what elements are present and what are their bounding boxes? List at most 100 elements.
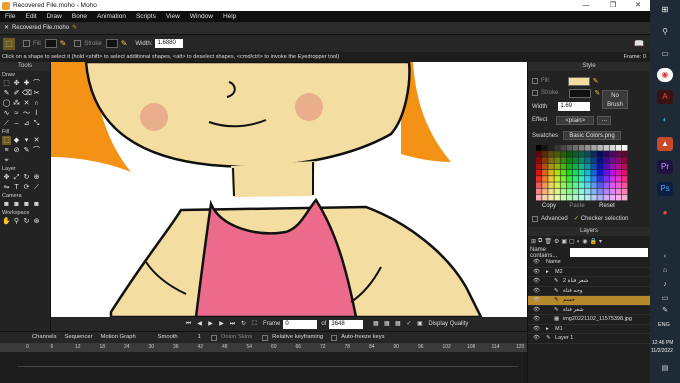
palette-swatch[interactable] [597,169,603,176]
palette-swatch[interactable] [591,157,597,164]
palette-swatch[interactable] [615,145,622,151]
palette-swatch[interactable] [566,151,573,157]
style-fill-checkbox[interactable] [532,78,538,84]
warp-icon[interactable]: ⌇ [32,109,41,118]
search-icon[interactable]: ⚲ [657,25,673,39]
copy-button[interactable]: Copy [536,202,562,211]
book-icon[interactable]: 📖 [634,39,644,48]
palette-swatch[interactable] [566,182,573,188]
palette-swatch[interactable] [578,157,585,164]
loop-icon[interactable]: ↻ [239,320,248,329]
palette-swatch[interactable] [566,145,573,151]
palette-swatch[interactable] [536,157,542,164]
palette-swatch[interactable] [560,188,567,195]
palette-swatch[interactable] [585,151,591,157]
timeline-ruler[interactable]: 0 6 12 18 24 30 36 42 48 54 60 66 72 78 84 90 96 102 108 11… [0,343,527,352]
layer-visibility-icon[interactable]: 👁 [533,315,540,325]
palette-swatch[interactable] [597,145,603,151]
palette-swatch[interactable] [603,145,609,151]
width-field[interactable]: 1.6880 [155,39,184,48]
eyedropper-icon[interactable]: ⌖ [2,156,11,165]
duplicate-layer-icon[interactable]: ⧉ [538,238,542,245]
palette-swatch[interactable] [554,163,560,170]
powerpoint-icon[interactable]: ● [657,206,673,220]
palette-swatch[interactable] [609,145,616,151]
track-camera-icon[interactable]: ◙ [2,200,11,209]
acrobat-icon[interactable]: A [657,90,673,104]
palette-swatch[interactable] [572,163,579,170]
palette-swatch[interactable] [615,182,622,188]
premiere-icon[interactable]: Pr [657,160,673,174]
palette-swatch[interactable] [572,176,579,182]
palette-swatch[interactable] [615,151,622,157]
layer-row[interactable]: 👁 ▸ M1 [528,325,650,335]
task-view-icon[interactable]: ▭ [657,47,673,61]
delete-layer-icon[interactable]: 🗑 [544,238,552,245]
layer-visibility-icon[interactable]: 👁 [533,277,540,287]
palette-swatch[interactable] [621,163,628,170]
palette-swatch[interactable] [566,194,573,201]
insert-text-icon[interactable]: T [12,183,21,192]
palette-swatch[interactable] [536,176,542,182]
select-points-icon[interactable]: ⬚ [2,79,11,88]
layer-shear-icon[interactable]: ⟋ [32,183,41,192]
palette-swatch[interactable] [578,169,585,176]
menu-animation[interactable]: Animation [92,11,131,22]
palette-swatch[interactable] [566,163,573,170]
palette-swatch[interactable] [615,169,622,176]
palette-swatch[interactable] [597,188,603,195]
palette-swatch[interactable] [542,176,548,182]
view-grid-icon[interactable]: ▦ [371,320,380,329]
palette-swatch[interactable] [566,188,573,195]
palette-swatch[interactable] [542,182,548,188]
palette-swatch[interactable] [621,182,628,188]
palette-swatch[interactable] [548,182,554,188]
palette-swatch[interactable] [572,145,579,151]
palette-swatch[interactable] [591,151,597,157]
windows-start-icon[interactable]: ⊞ [657,3,673,17]
palette-swatch[interactable] [554,151,560,157]
menu-file[interactable]: File [0,11,20,22]
palette-swatch[interactable] [548,169,554,176]
palette-swatch[interactable] [609,151,616,157]
palette-swatch[interactable] [609,169,616,176]
palette-swatch[interactable] [597,194,603,201]
filter-icon[interactable]: ◐ [577,239,581,245]
palette-swatch[interactable] [542,169,548,176]
palette-swatch[interactable] [542,157,548,164]
bend-icon[interactable]: ⌢ [12,119,21,128]
palette-swatch[interactable] [548,194,554,201]
palette-swatch[interactable] [603,182,609,188]
hand-icon[interactable]: ✋ [2,217,11,226]
lock-icon[interactable]: 🔒 [590,238,597,245]
style-width-field[interactable]: 1.69 [558,102,591,111]
menu-help[interactable]: Help [218,11,241,22]
maximize-button[interactable]: ❐ [600,0,626,11]
display-icon[interactable]: ▣ [415,320,424,329]
reset-button[interactable]: Reset [592,202,622,211]
tray-chevron-icon[interactable]: ‹ [657,250,673,264]
shear-icon[interactable]: ⟋ [2,119,11,128]
palette-swatch[interactable] [560,163,567,170]
layer-visibility-icon[interactable]: 👁 [533,325,540,335]
zoom-camera-icon[interactable]: ◙ [12,200,21,209]
palette-swatch[interactable] [585,163,591,170]
palette-swatch[interactable] [548,176,554,182]
palette-swatch[interactable] [585,145,591,151]
palette-swatch[interactable] [621,169,628,176]
palette-swatch[interactable] [548,157,554,164]
palette-swatch[interactable] [609,182,616,188]
fullscreen-icon[interactable]: ⛶ [250,320,259,329]
layer-row[interactable]: 👁 ✎ جسم [528,296,650,306]
fast-forward-icon[interactable]: ⏭ [228,320,237,329]
palette-swatch[interactable] [566,157,573,164]
view-safe-icon[interactable]: ▦ [393,320,402,329]
palette-swatch[interactable] [591,188,597,195]
palette-swatch[interactable] [554,145,560,151]
stroke-swatch[interactable] [105,39,118,48]
eraser-icon[interactable]: ⌫ [22,89,32,98]
layer-visibility-icon[interactable]: 👁 [533,334,540,344]
palette-swatch[interactable] [597,176,603,182]
palette-swatch[interactable] [609,194,616,201]
motion-graph-tab[interactable]: Motion Graph [97,332,140,343]
